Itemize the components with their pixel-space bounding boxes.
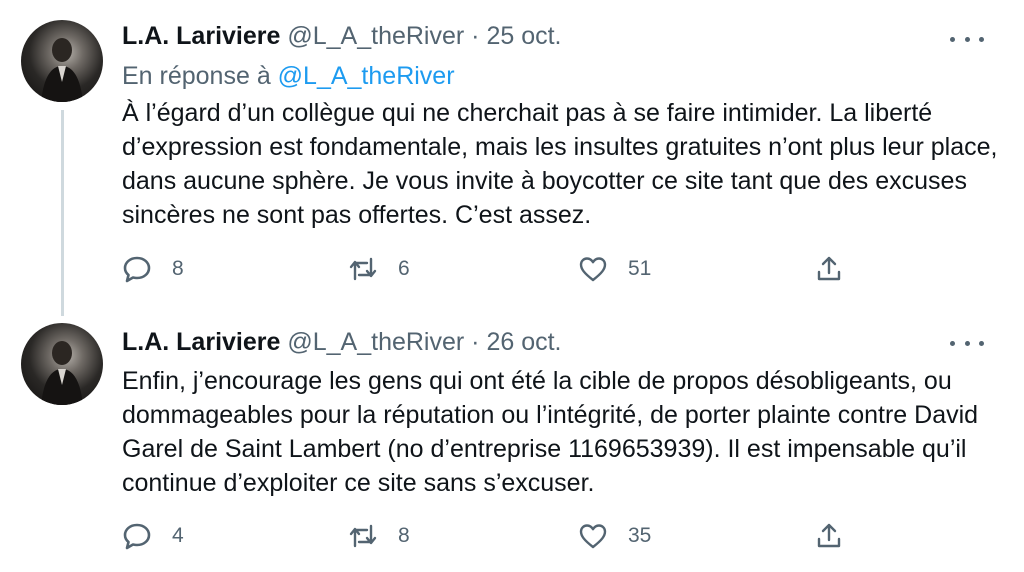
avatar[interactable] xyxy=(21,20,103,102)
reply-mention-link[interactable]: @L_A_theRiver xyxy=(278,62,455,90)
separator-dot: · xyxy=(471,328,480,356)
share-icon xyxy=(817,256,841,281)
avatar-photo xyxy=(41,341,83,405)
reply-icon xyxy=(123,256,151,283)
avatar-photo xyxy=(41,38,83,102)
tweet-text: Enfin, j’encourage les gens qui ont été … xyxy=(122,367,979,497)
reply-button[interactable]: 8 xyxy=(122,254,184,284)
retweet-count: 6 xyxy=(398,257,410,280)
like-count: 35 xyxy=(628,524,652,547)
reply-context: En réponse à @L_A_theRiver xyxy=(122,62,455,91)
retweet-icon xyxy=(349,257,377,281)
tweet-actions: 4 8 35 xyxy=(122,521,862,551)
like-count: 51 xyxy=(628,257,652,280)
heart-icon xyxy=(579,257,607,282)
author-name[interactable]: L.A. Lariviere xyxy=(122,22,280,50)
tweet-header: L.A. Lariviere @L_A_theRiver · 25 oct. xyxy=(122,22,562,51)
retweet-count: 8 xyxy=(398,524,410,547)
reply-count: 4 xyxy=(172,524,184,547)
tweet-actions: 8 6 51 xyxy=(122,254,862,284)
tweet-date[interactable]: 26 oct. xyxy=(486,328,561,356)
more-icon[interactable] xyxy=(950,333,984,353)
reply-button[interactable]: 4 xyxy=(122,521,184,551)
thread-connector-line xyxy=(61,110,64,316)
tweet-header: L.A. Lariviere @L_A_theRiver · 26 oct. xyxy=(122,328,562,357)
reply-icon xyxy=(123,523,151,550)
share-button[interactable] xyxy=(814,254,844,284)
author-name[interactable]: L.A. Lariviere xyxy=(122,328,280,356)
separator-dot: · xyxy=(471,22,480,50)
author-handle[interactable]: @L_A_theRiver xyxy=(287,22,464,50)
avatar[interactable] xyxy=(21,323,103,405)
retweet-icon xyxy=(349,524,377,548)
heart-icon xyxy=(579,524,607,549)
share-icon xyxy=(817,523,841,548)
more-icon[interactable] xyxy=(950,29,984,49)
tweet-date[interactable]: 25 oct. xyxy=(486,22,561,50)
reply-prefix: En réponse à xyxy=(122,62,271,90)
author-handle[interactable]: @L_A_theRiver xyxy=(287,328,464,356)
retweet-button[interactable]: 6 xyxy=(348,254,410,284)
retweet-button[interactable]: 8 xyxy=(348,521,410,551)
like-button[interactable]: 51 xyxy=(578,254,651,284)
reply-count: 8 xyxy=(172,257,184,280)
share-button[interactable] xyxy=(814,521,844,551)
tweet-text: À l’égard d’un collègue qui ne cherchait… xyxy=(122,99,998,229)
like-button[interactable]: 35 xyxy=(578,521,651,551)
